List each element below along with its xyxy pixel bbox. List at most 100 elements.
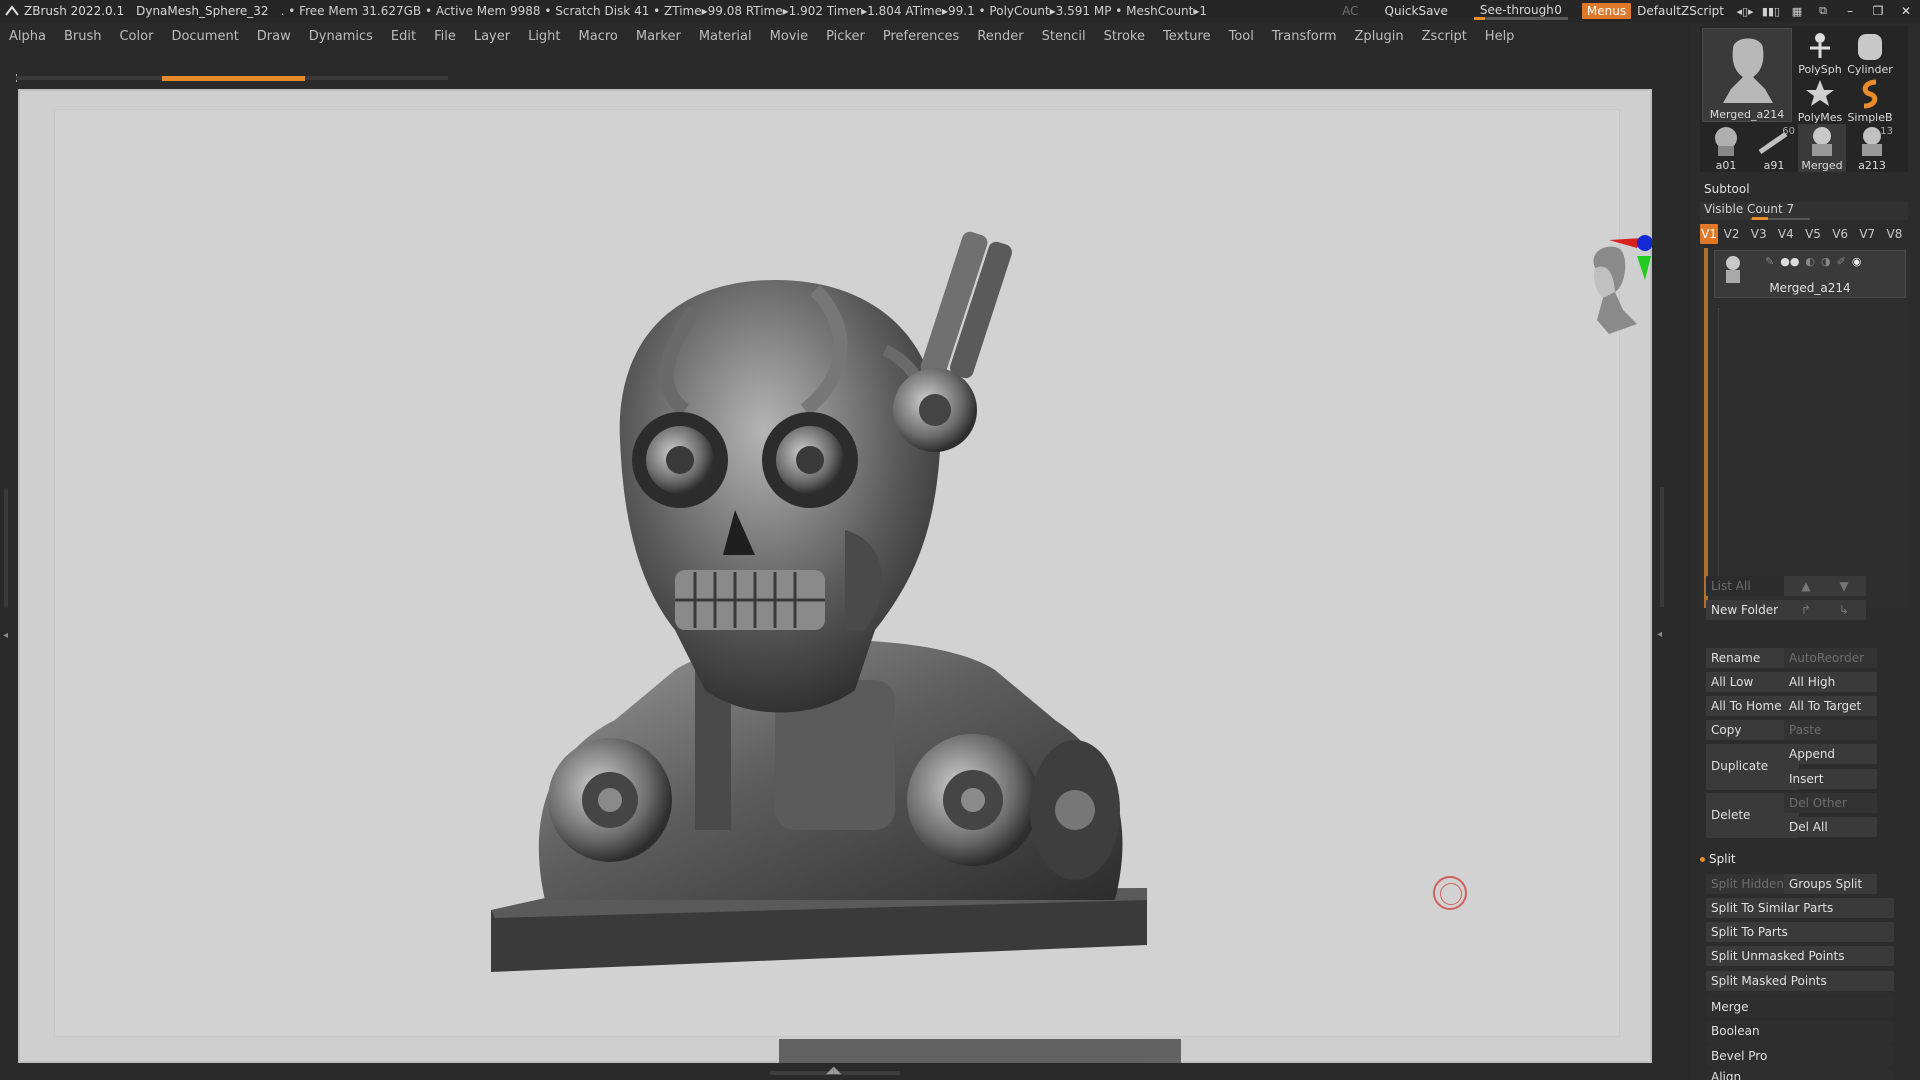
menu-document[interactable]: Document [162,29,247,44]
menu-light[interactable]: Light [519,29,569,44]
split-masked-points-button[interactable]: Split Masked Points [1706,970,1894,991]
tab-v6[interactable]: V6 [1827,224,1854,244]
menu-color[interactable]: Color [110,29,162,44]
menu-transform[interactable]: Transform [1263,29,1346,44]
subtool-list[interactable]: ✎ ●● ◐ ◑ ✐ ◉ Merged_a214 [1700,248,1908,608]
visible-count-slider[interactable]: Visible Count 7 [1700,202,1908,220]
brush-link-icon[interactable]: ✎ [1765,255,1774,268]
split-subpalette[interactable]: Split [1700,852,1736,866]
tab-v4[interactable]: V4 [1772,224,1799,244]
append-button[interactable]: Append [1784,744,1877,765]
menu-file[interactable]: File [425,29,465,44]
split-unmasked-points-button[interactable]: Split Unmasked Points [1706,946,1894,967]
left-tray-handle[interactable] [4,488,8,608]
solo-icon[interactable]: ◑ [1821,255,1831,268]
menu-tool[interactable]: Tool [1220,29,1263,44]
tool-simplebrush[interactable]: SimpleB [1846,76,1894,124]
menu-render[interactable]: Render [968,29,1032,44]
all-high-button[interactable]: All High [1784,671,1877,692]
eye-icon[interactable]: ◉ [1852,255,1862,268]
menu-layer[interactable]: Layer [465,29,519,44]
document-canvas[interactable] [54,109,1653,1038]
ui-layout-icon[interactable]: ▦ [1784,2,1810,20]
del-all-button[interactable]: Del All [1784,816,1877,837]
bottom-tray-arrow-icon[interactable]: ◢◣ [826,1065,841,1076]
menu-picker[interactable]: Picker [817,29,874,44]
tool-polysphere[interactable]: PolySph [1796,28,1844,76]
interface-scale-icon[interactable]: ◂▯▸ [1732,2,1758,20]
menus-toggle-button[interactable]: Menus [1581,3,1632,19]
right-tray-arrow-icon[interactable]: ◂ [1657,629,1662,640]
tab-v2[interactable]: V2 [1718,224,1745,244]
split-to-parts-button[interactable]: Split To Parts [1706,922,1894,943]
menu-texture[interactable]: Texture [1154,29,1220,44]
right-tray-handle[interactable] [1660,487,1664,607]
tool-a91[interactable]: 60 a91 [1750,124,1798,172]
tool-merged[interactable]: Merged [1798,124,1846,172]
polypaint-icon[interactable]: ●● [1780,255,1799,268]
tab-v1[interactable]: V1 [1700,224,1718,244]
mask-icon[interactable]: ◐ [1805,255,1815,268]
tool-a213-count: 13 [1880,126,1893,137]
split-indicator-icon [1700,857,1705,863]
insert-button[interactable]: Insert [1784,768,1877,789]
menu-draw[interactable]: Draw [248,29,300,44]
quicksave-button[interactable]: QuickSave [1385,4,1448,18]
tool-a01-label: a01 [1715,159,1737,172]
pen-icon[interactable]: ✐ [1837,255,1846,268]
top-shelf [0,50,1690,90]
del-other-button[interactable]: Del Other [1784,792,1877,813]
autoreorder-button[interactable]: AutoReorder [1784,647,1877,668]
tool-cylinder[interactable]: Cylinder [1846,28,1894,76]
ac-toggle[interactable]: AC [1342,4,1358,18]
default-zscript-button[interactable]: DefaultZScript [1637,4,1724,18]
see-through-slider[interactable]: See-through 0 [1473,2,1568,20]
menu-preferences[interactable]: Preferences [874,29,968,44]
menu-movie[interactable]: Movie [761,29,817,44]
menu-edit[interactable]: Edit [382,29,425,44]
tab-v5[interactable]: V5 [1799,224,1826,244]
subtool-title[interactable]: Subtool [1700,182,1908,200]
ui-swap-icon[interactable]: ⧉ [1810,2,1836,20]
menu-marker[interactable]: Marker [627,29,690,44]
menu-dynamics[interactable]: Dynamics [300,29,382,44]
tool-a01[interactable]: a01 [1702,124,1750,172]
menu-zplugin[interactable]: Zplugin [1346,29,1413,44]
menu-material[interactable]: Material [690,29,761,44]
menu-macro[interactable]: Macro [570,29,627,44]
menu-zscript[interactable]: Zscript [1413,29,1476,44]
tab-v3[interactable]: V3 [1745,224,1772,244]
bevel-pro-subpalette[interactable]: Bevel Pro [1706,1045,1894,1066]
move-down-icon[interactable]: ▼ [1822,576,1866,597]
merge-subpalette[interactable]: Merge [1706,997,1894,1018]
paste-button[interactable]: Paste [1784,720,1877,741]
menu-help[interactable]: Help [1476,29,1524,44]
titlebar-right: AC QuickSave See-through 0 Menus Default… [1342,0,1920,22]
boolean-subpalette[interactable]: Boolean [1706,1021,1894,1042]
subtool-item[interactable]: ✎ ●● ◐ ◑ ✐ ◉ Merged_a214 [1714,250,1906,298]
menu-stencil[interactable]: Stencil [1033,29,1095,44]
menu-brush[interactable]: Brush [55,29,111,44]
menu-stroke[interactable]: Stroke [1095,29,1154,44]
skull-robot-mesh[interactable] [55,110,1621,1038]
all-to-target-button[interactable]: All To Target [1784,695,1877,716]
align-subpalette[interactable]: Align [1706,1069,1894,1080]
title-bar: ZBrush 2022.0.1 DynaMesh_Sphere_32 . • F… [0,0,1920,22]
merged-thumbnail-icon [1812,127,1832,156]
subtool-list-scrollbar[interactable] [1704,248,1708,608]
minimize-icon[interactable]: – [1836,4,1864,18]
tab-v7[interactable]: V7 [1854,224,1881,244]
left-tray-arrow-icon[interactable]: ◂ [3,630,8,641]
tool-a213[interactable]: 13 a213 [1848,124,1896,172]
close-icon[interactable]: ✕ [1892,4,1920,18]
ui-bars-icon[interactable]: ▮▮▯ [1758,2,1784,20]
split-to-similar-parts-button[interactable]: Split To Similar Parts [1706,898,1894,919]
restore-icon[interactable]: ❐ [1864,4,1892,18]
current-tool-thumbnail[interactable]: Merged_a214 [1702,28,1792,122]
groups-split-button[interactable]: Groups Split [1784,873,1877,894]
menu-alpha[interactable]: Alpha [0,29,55,44]
folder-into-icon[interactable]: ↳ [1822,600,1866,621]
polymesh-star-icon [1806,80,1834,106]
tool-polymesh[interactable]: PolyMes [1796,76,1844,124]
tab-v8[interactable]: V8 [1881,224,1908,244]
